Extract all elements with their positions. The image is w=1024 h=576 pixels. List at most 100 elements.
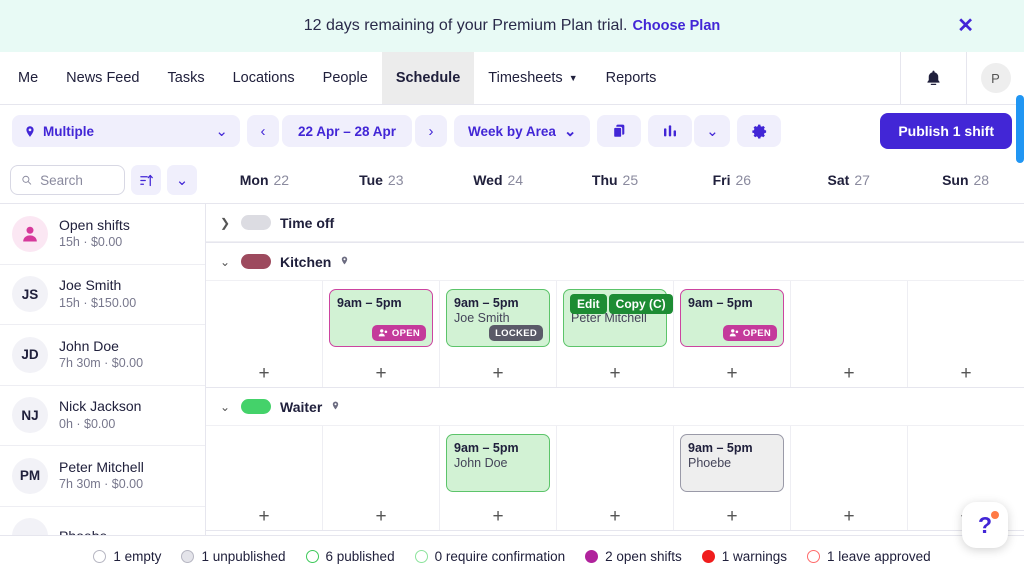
filter-dropdown-button[interactable]: ⌄	[167, 165, 197, 195]
schedule-cell[interactable]: +	[206, 281, 323, 387]
add-shift-button[interactable]: +	[440, 364, 556, 383]
add-shift-button[interactable]: +	[791, 364, 907, 383]
shift-card[interactable]: 9am – 5pmPhoebe	[680, 434, 784, 492]
schedule-cell[interactable]: +	[791, 426, 908, 530]
add-shift-button[interactable]: +	[206, 364, 322, 383]
day-header-name: Fri	[713, 172, 731, 188]
nav-item-label: Tasks	[168, 70, 205, 86]
nav-item-me[interactable]: Me	[4, 52, 52, 104]
nav-item-reports[interactable]: Reports	[592, 52, 671, 104]
next-week-button[interactable]: ›	[415, 115, 447, 147]
schedule-grid: ❯Time off⌄Kitchen +9am – 5pmOPEN +9am – 5p…	[206, 204, 1024, 535]
employee-info: Open shifts15h · $0.00	[59, 217, 130, 251]
add-shift-button[interactable]: +	[323, 364, 439, 383]
day-header-number: 25	[623, 172, 639, 188]
settings-button[interactable]	[737, 115, 781, 147]
schedule-toolbar: Multiple ⌄ ‹ 22 Apr – 28 Apr › Week by A…	[0, 105, 1024, 157]
schedule-cell[interactable]: 9am – 5pmJohn Doe +	[440, 426, 557, 530]
employee-row[interactable]: NJNick Jackson0h · $0.00	[0, 386, 205, 447]
add-shift-button[interactable]: +	[323, 507, 439, 526]
nav-item-tasks[interactable]: Tasks	[154, 52, 219, 104]
shift-employee-name: Phoebe	[688, 456, 776, 470]
schedule-cell[interactable]: 9am – 5pmOPEN +	[323, 281, 440, 387]
day-header-wed: Wed24	[440, 157, 557, 203]
shift-hover-actions: EditCopy (C)	[570, 294, 673, 314]
legend-dot	[181, 550, 194, 563]
add-shift-button[interactable]: +	[908, 364, 1024, 383]
schedule-cell[interactable]: 9am – 5pmJoe SmithLOCKED +	[440, 281, 557, 387]
notifications-button[interactable]	[900, 52, 966, 104]
edit-shift-button[interactable]: Edit	[570, 294, 607, 314]
chevron-down-icon[interactable]: ⌄	[220, 255, 232, 269]
add-shift-button[interactable]: +	[674, 507, 790, 526]
shift-time: 9am – 5pm	[454, 296, 542, 310]
nav-item-locations[interactable]: Locations	[219, 52, 309, 104]
date-range-label[interactable]: 22 Apr – 28 Apr	[282, 115, 412, 147]
employee-row[interactable]: Phoebe	[0, 507, 205, 536]
day-header-tue: Tue23	[323, 157, 440, 203]
search-box[interactable]	[10, 165, 125, 195]
schedule-cell[interactable]: +	[791, 281, 908, 387]
area-group-header[interactable]: ❯Time off	[206, 204, 1024, 242]
copy-week-button[interactable]	[597, 115, 641, 147]
employee-name: Open shifts	[59, 217, 130, 235]
vertical-scrollbar[interactable]	[1016, 95, 1024, 163]
employee-info: Peter Mitchell7h 30m · $0.00	[59, 459, 144, 493]
employee-avatar: PM	[12, 458, 48, 494]
nav-item-timesheets[interactable]: Timesheets▼	[474, 52, 591, 104]
employee-info: Nick Jackson0h · $0.00	[59, 398, 141, 432]
open-shift-person-icon	[378, 328, 388, 338]
legend-dot	[415, 550, 428, 563]
add-shift-button[interactable]: +	[440, 507, 556, 526]
choose-plan-link[interactable]: Choose Plan	[632, 18, 720, 34]
nav-item-schedule[interactable]: Schedule	[382, 52, 474, 104]
nav-item-news-feed[interactable]: News Feed	[52, 52, 153, 104]
prev-week-button[interactable]: ‹	[247, 115, 279, 147]
close-icon[interactable]: ✕	[957, 16, 974, 36]
search-input[interactable]	[40, 173, 114, 188]
legend-dot	[702, 550, 715, 563]
schedule-cell[interactable]: +	[908, 281, 1024, 387]
insights-button[interactable]	[648, 115, 692, 147]
employee-name: Nick Jackson	[59, 398, 141, 416]
area-group-header[interactable]: ⌄Waiter	[206, 388, 1024, 426]
sort-button[interactable]	[131, 165, 161, 195]
add-shift-button[interactable]: +	[557, 507, 673, 526]
status-badge: LOCKED	[489, 325, 543, 341]
add-shift-button[interactable]: +	[791, 507, 907, 526]
schedule-cell[interactable]: +	[206, 426, 323, 530]
schedule-cell[interactable]: +	[557, 426, 674, 530]
schedule-cell[interactable]: 9am – 5pmPhoebe +	[674, 426, 791, 530]
shift-card[interactable]: 9am – 5pmJohn Doe	[446, 434, 550, 492]
avatar[interactable]: P	[981, 63, 1011, 93]
add-shift-button[interactable]: +	[674, 364, 790, 383]
employee-row[interactable]: JDJohn Doe7h 30m · $0.00	[0, 325, 205, 386]
chevron-right-icon[interactable]: ❯	[220, 216, 232, 230]
help-button[interactable]: ?	[962, 502, 1008, 548]
shift-card[interactable]: 9am – 5pmOPEN	[680, 289, 784, 347]
employee-row[interactable]: JSJoe Smith15h · $150.00	[0, 265, 205, 326]
location-filter-dropdown[interactable]: Multiple ⌄	[12, 115, 240, 147]
schedule-cell[interactable]: +	[323, 426, 440, 530]
location-filter-value-wrap: Multiple	[24, 124, 94, 139]
insights-dropdown-button[interactable]: ⌄	[694, 115, 730, 147]
employee-name: Phoebe	[59, 528, 107, 536]
employee-row[interactable]: PM Peter Mitchell7h 30m · $0.00	[0, 446, 205, 507]
schedule-cell[interactable]: 9am – 5pmOPEN +	[674, 281, 791, 387]
add-shift-button[interactable]: +	[206, 507, 322, 526]
chevron-down-icon[interactable]: ⌄	[220, 400, 232, 414]
view-mode-dropdown[interactable]: Week by Area ⌄	[454, 115, 590, 147]
shift-card[interactable]: 9am – 5pmPeter MitchellEditCopy (C)	[563, 289, 667, 347]
publish-shift-button[interactable]: Publish 1 shift	[880, 113, 1012, 149]
nav-item-people[interactable]: People	[309, 52, 382, 104]
shift-card[interactable]: 9am – 5pmOPEN	[329, 289, 433, 347]
add-shift-button[interactable]: +	[557, 364, 673, 383]
day-header-name: Thu	[592, 172, 618, 188]
employee-hours-cost: 7h 30m · $0.00	[59, 476, 144, 492]
copy-shift-button[interactable]: Copy (C)	[609, 294, 673, 314]
shift-card[interactable]: 9am – 5pmJoe SmithLOCKED	[446, 289, 550, 347]
area-group-header[interactable]: ⌄Kitchen	[206, 243, 1024, 281]
employee-row[interactable]: Open shifts15h · $0.00	[0, 204, 205, 265]
day-header-name: Tue	[359, 172, 383, 188]
schedule-cell[interactable]: 9am – 5pmPeter MitchellEditCopy (C) +	[557, 281, 674, 387]
